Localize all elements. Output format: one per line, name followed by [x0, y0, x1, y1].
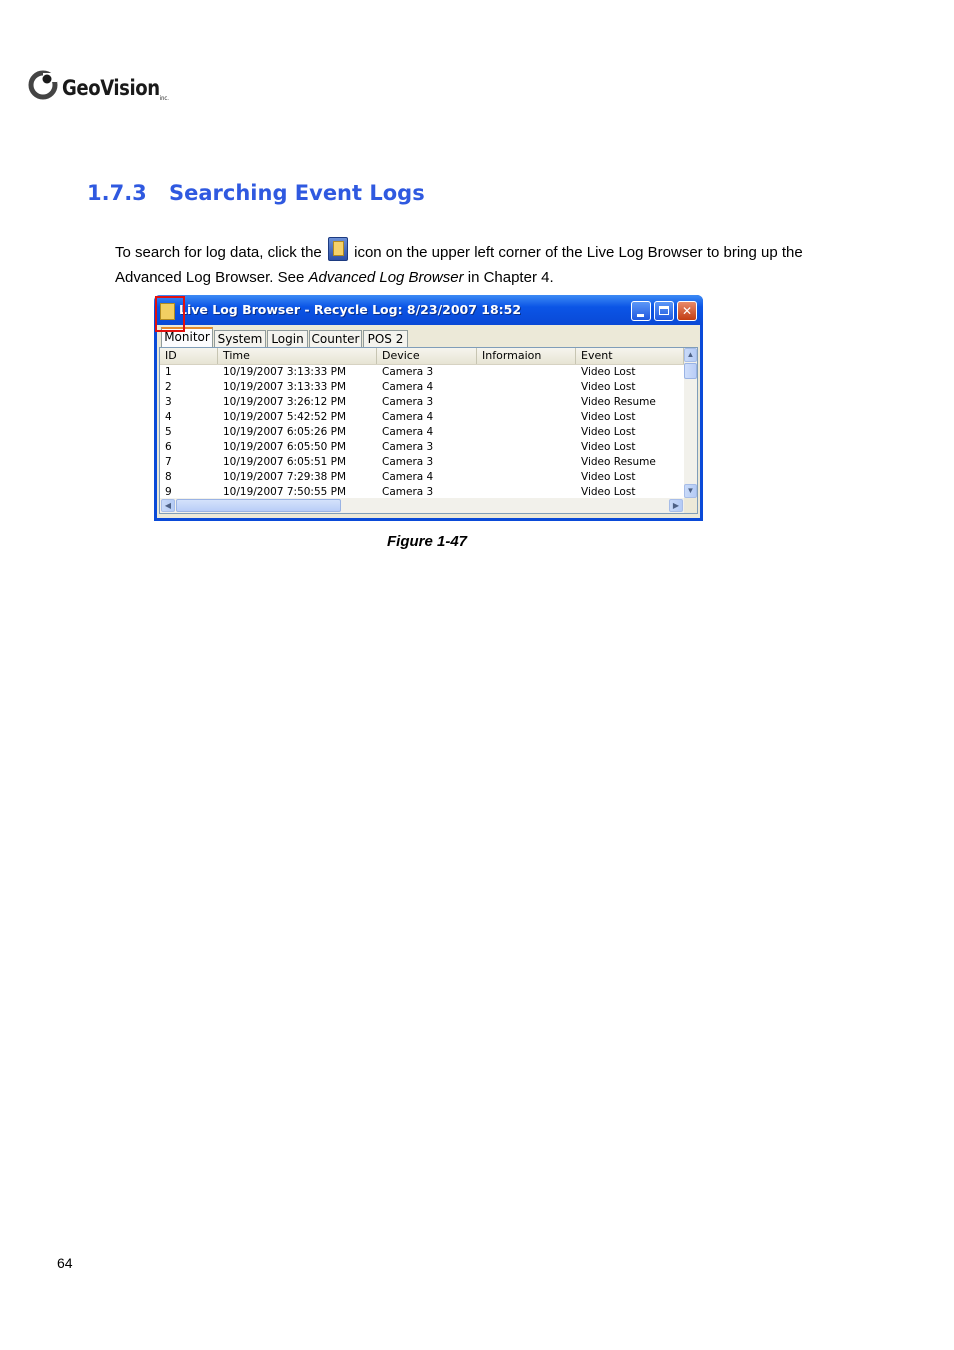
cell-device: Camera 3 — [382, 456, 434, 468]
cell-id: 4 — [165, 411, 172, 423]
column-header-id[interactable]: ID — [160, 348, 218, 364]
cell-time: 10/19/2007 3:13:33 PM — [223, 366, 347, 378]
cell-device: Camera 4 — [382, 411, 434, 423]
tab-system[interactable]: System — [214, 330, 266, 348]
maximize-icon[interactable] — [654, 301, 674, 321]
cell-information — [477, 455, 576, 470]
section-title: Searching Event Logs — [169, 181, 425, 205]
cell-information — [477, 410, 576, 425]
table-row[interactable]: 5 10/19/2007 6:05:26 PM Camera 4 Video Lost — [160, 425, 684, 440]
cell-device: Camera 4 — [382, 471, 434, 483]
cell-information — [477, 425, 576, 440]
cell-information — [477, 440, 576, 455]
highlight-box — [155, 296, 185, 332]
scroll-up-icon[interactable]: ▲ — [684, 348, 697, 362]
cell-device: Camera 3 — [382, 396, 434, 408]
cell-event: Video Resume — [581, 456, 656, 468]
vertical-scrollbar[interactable]: ▲ ▼ — [684, 348, 697, 498]
cell-device: Camera 3 — [382, 441, 434, 453]
close-icon[interactable]: ✕ — [677, 301, 697, 321]
cell-event: Video Lost — [581, 366, 636, 378]
title-bar: Live Log Browser - Recycle Log: 8/23/200… — [154, 295, 703, 325]
cell-id: 3 — [165, 396, 172, 408]
table-row[interactable]: 3 10/19/2007 3:26:12 PM Camera 3 Video Resu… — [160, 395, 684, 410]
cell-time: 10/19/2007 7:29:38 PM — [223, 471, 347, 483]
table-row[interactable]: 4 10/19/2007 5:42:52 PM Camera 4 Video Lost — [160, 410, 684, 425]
figure-caption: Figure 1-47 — [387, 533, 468, 550]
geovision-logo: GeoVisioninc. — [28, 68, 178, 104]
column-header-device[interactable]: Device — [377, 348, 477, 364]
cell-device: Camera 4 — [382, 426, 434, 438]
live-log-browser-window: Live Log Browser - Recycle Log: 8/23/200… — [154, 295, 703, 521]
scroll-left-icon[interactable]: ◀ — [161, 499, 175, 512]
cell-device: Camera 4 — [382, 381, 434, 393]
page-number: 64 — [57, 1255, 73, 1271]
cell-time: 10/19/2007 6:05:26 PM — [223, 426, 347, 438]
body-paragraph: To search for log data, click the icon o… — [115, 237, 845, 290]
cell-id: 6 — [165, 441, 172, 453]
cell-time: 10/19/2007 6:05:50 PM — [223, 441, 347, 453]
table-row[interactable]: 1 10/19/2007 3:13:33 PM Camera 3 Video Lost — [160, 365, 684, 380]
cell-event: Video Lost — [581, 426, 636, 438]
column-header-time[interactable]: Time — [218, 348, 377, 364]
vertical-scroll-thumb[interactable] — [684, 363, 697, 379]
cell-id: 5 — [165, 426, 172, 438]
paragraph-emphasis: Advanced Log Browser — [308, 269, 464, 286]
window-client: Monitor System Login Counter POS 2 ID Ti… — [157, 325, 700, 518]
cell-event: Video Lost — [581, 471, 636, 483]
cell-device: Camera 3 — [382, 366, 434, 378]
tab-counter[interactable]: Counter — [309, 330, 362, 348]
horizontal-scrollbar[interactable]: ◀ ▶ — [160, 498, 684, 513]
scroll-right-icon[interactable]: ▶ — [669, 499, 683, 512]
table-row[interactable]: 8 10/19/2007 7:29:38 PM Camera 4 Video Lost — [160, 470, 684, 485]
table-header: ID Time Device Informaion Event — [160, 348, 684, 365]
scroll-down-icon[interactable]: ▼ — [684, 484, 697, 498]
cell-information — [477, 380, 576, 395]
cell-event: Video Lost — [581, 411, 636, 423]
log-table: ID Time Device Informaion Event 1 10/19/2… — [159, 347, 698, 514]
cell-event: Video Resume — [581, 396, 656, 408]
cell-id: 2 — [165, 381, 172, 393]
geovision-logo-icon — [28, 70, 58, 100]
cell-id: 8 — [165, 471, 172, 483]
scrollbar-corner — [684, 498, 697, 513]
cell-time: 10/19/2007 6:05:51 PM — [223, 456, 347, 468]
cell-id: 1 — [165, 366, 172, 378]
table-row[interactable]: 7 10/19/2007 6:05:51 PM Camera 3 Video Resu… — [160, 455, 684, 470]
column-header-event[interactable]: Event — [576, 348, 684, 364]
cell-time: 10/19/2007 3:26:12 PM — [223, 396, 347, 408]
section-heading: 1.7.3 Searching Event Logs — [87, 181, 425, 205]
log-browser-icon — [327, 237, 348, 261]
column-header-information[interactable]: Informaion — [477, 348, 576, 364]
paragraph-text-3: in Chapter 4. — [467, 269, 554, 286]
table-row[interactable]: 2 10/19/2007 3:13:33 PM Camera 4 Video Lost — [160, 380, 684, 395]
cell-information — [477, 470, 576, 485]
cell-information — [477, 395, 576, 410]
cell-id: 7 — [165, 456, 172, 468]
cell-time: 10/19/2007 3:13:33 PM — [223, 381, 347, 393]
window-title: Live Log Browser - Recycle Log: 8/23/200… — [179, 302, 522, 317]
section-number: 1.7.3 — [87, 181, 147, 205]
cell-time: 10/19/2007 5:42:52 PM — [223, 411, 347, 423]
table-row[interactable]: 6 10/19/2007 6:05:50 PM Camera 3 Video Lost — [160, 440, 684, 455]
tab-pos-2[interactable]: POS 2 — [363, 330, 408, 348]
horizontal-scroll-thumb[interactable] — [176, 499, 341, 512]
minimize-icon[interactable] — [631, 301, 651, 321]
cell-event: Video Lost — [581, 441, 636, 453]
cell-information — [477, 365, 576, 380]
logo-text: GeoVisioninc. — [62, 76, 169, 103]
cell-event: Video Lost — [581, 381, 636, 393]
tab-login[interactable]: Login — [267, 330, 308, 348]
paragraph-text-1: To search for log data, click the — [115, 244, 322, 261]
